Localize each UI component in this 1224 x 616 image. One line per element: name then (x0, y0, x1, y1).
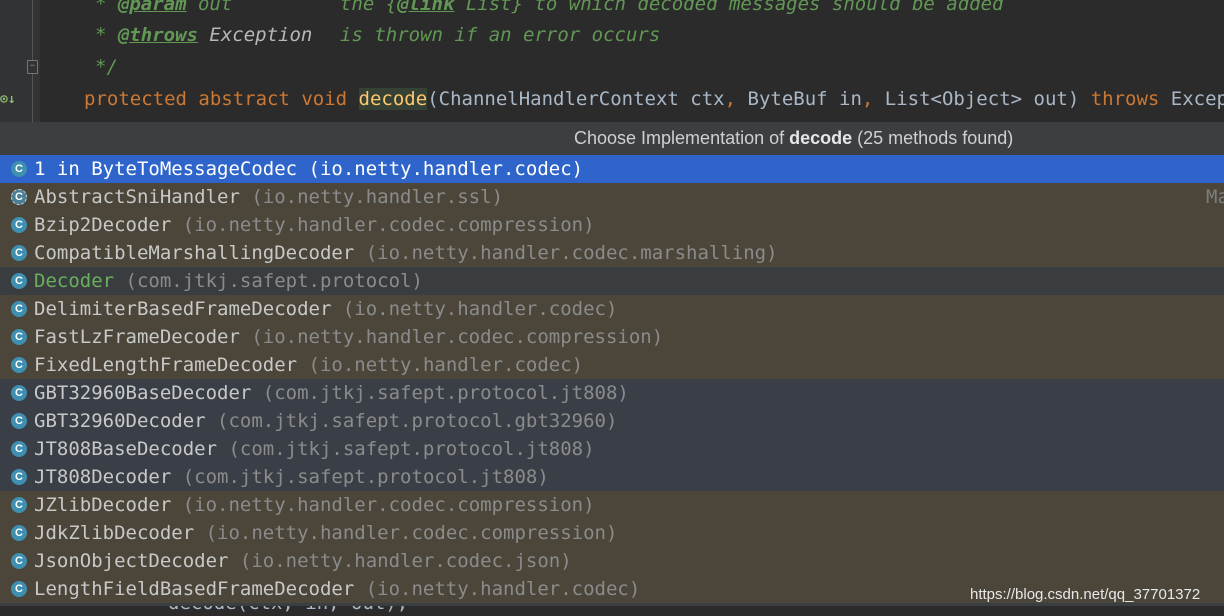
list-item[interactable]: C JZlibDecoder (io.netty.handler.codec.co… (0, 491, 1224, 519)
package-name: (io.netty.handler.codec.json) (228, 550, 572, 572)
method-name-decode: decode (358, 88, 428, 110)
choose-implementation-popup: Choose Implementation of decode (25 meth… (0, 122, 1224, 616)
package-name: (io.netty.handler.codec) (354, 578, 641, 600)
watermark: https://blog.csdn.net/qq_37701372 (970, 586, 1201, 603)
code-line-throws: * @throws Exception is thrown if an error… (95, 24, 661, 46)
param-desc: the {@link List} to which decoded messag… (340, 0, 1004, 15)
module-label: Ma (1206, 186, 1224, 208)
class-icon: C (11, 581, 27, 597)
implementation-list[interactable]: C 1 in ByteToMessageCodec (io.netty.handl… (0, 155, 1224, 603)
package-name: (com.jtkj.safept.protocol.gbt32960) (205, 410, 618, 432)
class-icon: C (11, 497, 27, 513)
list-item[interactable]: C DelimiterBasedFrameDecoder (io.netty.ha… (0, 295, 1224, 323)
list-item-label: AbstractSniHandler (io.netty.handler.ssl… (34, 183, 503, 211)
class-name: JsonObjectDecoder (34, 550, 229, 572)
list-item[interactable]: C AbstractSniHandler (io.netty.handler.ss… (0, 183, 1224, 211)
class-icon: C (11, 329, 27, 345)
class-icon: C (11, 553, 27, 569)
list-item[interactable]: C FastLzFrameDecoder (io.netty.handler.co… (0, 323, 1224, 351)
list-item-label: GBT32960BaseDecoder (com.jtkj.safept.pro… (34, 379, 629, 407)
list-item-label: GBT32960Decoder (com.jtkj.safept.protoco… (34, 407, 617, 435)
code-editor[interactable]: − ⊙↓ * @param out the {@link List} to whi… (0, 0, 1224, 122)
package-name: (io.netty.handler.codec.compression) (171, 214, 595, 236)
package-name: (io.netty.handler.codec.compression) (194, 522, 618, 544)
list-item[interactable]: C GBT32960BaseDecoder (com.jtkj.safept.pr… (0, 379, 1224, 407)
class-name: GBT32960Decoder (34, 410, 206, 432)
package-name: (com.jtkj.safept.protocol.jt808) (217, 438, 595, 460)
list-item-label: Bzip2Decoder (io.netty.handler.codec.com… (34, 211, 595, 239)
class-name: FastLzFrameDecoder (34, 326, 240, 348)
class-name: JT808BaseDecoder (34, 438, 218, 460)
class-name: JdkZlibDecoder (34, 522, 195, 544)
package-name: (com.jtkj.safept.protocol) (114, 270, 423, 292)
class-icon: C (11, 301, 27, 317)
class-icon: C (11, 217, 27, 233)
fold-icon[interactable]: − (27, 60, 38, 74)
class-name: AbstractSniHandler (34, 186, 240, 208)
code-line-param: * @param out the {@link List} to which de… (95, 0, 1003, 20)
code-line-fragment: decode(ctx, in, out); (0, 606, 1224, 616)
list-item[interactable]: C JT808BaseDecoder (com.jtkj.safept.proto… (0, 435, 1224, 463)
code-line-declaration: protected abstract void decode(ChannelHa… (84, 88, 1224, 110)
package-name: (io.netty.handler.codec.marshalling) (354, 242, 778, 264)
list-item-label: FixedLengthFrameDecoder (io.netty.handle… (34, 351, 583, 379)
list-item-label: DelimiterBasedFrameDecoder (io.netty.han… (34, 295, 617, 323)
list-item-label: JT808BaseDecoder (com.jtkj.safept.protoc… (34, 435, 595, 463)
class-name: Bzip2Decoder (34, 214, 172, 236)
list-item[interactable]: C Bzip2Decoder (io.netty.handler.codec.co… (0, 211, 1224, 239)
list-item[interactable]: C FixedLengthFrameDecoder (io.netty.handl… (0, 351, 1224, 379)
class-name: JT808Decoder (34, 466, 172, 488)
class-name: FixedLengthFrameDecoder (34, 354, 298, 376)
package-name: (io.netty.handler.codec) (297, 354, 584, 376)
implemented-method-icon[interactable]: ⊙↓ (0, 92, 16, 107)
class-icon: C (11, 161, 27, 177)
class-icon: C (11, 245, 27, 261)
package-name: (io.netty.handler.codec.compression) (171, 494, 595, 516)
class-icon: C (11, 525, 27, 541)
code-line-comment-end: */ (95, 56, 118, 78)
list-item-label: JT808Decoder (com.jtkj.safept.protocol.j… (34, 463, 549, 491)
class-name: Decoder (34, 270, 115, 292)
list-item[interactable]: C JdkZlibDecoder (io.netty.handler.codec.… (0, 519, 1224, 547)
ide-window: − ⊙↓ * @param out the {@link List} to whi… (0, 0, 1224, 616)
class-name: CompatibleMarshallingDecoder (34, 242, 355, 264)
class-name: 1 in ByteToMessageCodec (io.netty.handle… (34, 158, 584, 180)
popup-title: Choose Implementation of decode (25 meth… (0, 122, 1224, 154)
class-name: JZlibDecoder (34, 494, 172, 516)
list-item[interactable]: C CompatibleMarshallingDecoder (io.netty.… (0, 239, 1224, 267)
list-item[interactable]: C JsonObjectDecoder (io.netty.handler.cod… (0, 547, 1224, 575)
class-name: LengthFieldBasedFrameDecoder (34, 578, 355, 600)
list-item-label: LengthFieldBasedFrameDecoder (io.netty.h… (34, 575, 640, 603)
list-item-label: JZlibDecoder (io.netty.handler.codec.com… (34, 491, 595, 519)
package-name: (io.netty.handler.codec) (331, 298, 618, 320)
list-item-label: CompatibleMarshallingDecoder (io.netty.h… (34, 239, 778, 267)
class-icon: C (11, 189, 27, 205)
class-icon: C (11, 441, 27, 457)
list-item[interactable]: C GBT32960Decoder (com.jtkj.safept.protoc… (0, 407, 1224, 435)
class-icon: C (11, 469, 27, 485)
list-item-selected[interactable]: C 1 in ByteToMessageCodec (io.netty.handl… (0, 155, 1224, 183)
list-item-label: JsonObjectDecoder (io.netty.handler.code… (34, 547, 572, 575)
class-name: DelimiterBasedFrameDecoder (34, 298, 332, 320)
class-icon: C (11, 385, 27, 401)
list-item[interactable]: C JT808Decoder (com.jtkj.safept.protocol.… (0, 463, 1224, 491)
list-item-label: 1 in ByteToMessageCodec (io.netty.handle… (34, 155, 583, 183)
list-item-label: FastLzFrameDecoder (io.netty.handler.cod… (34, 323, 663, 351)
package-name: (io.netty.handler.ssl) (239, 186, 504, 208)
class-icon: C (11, 273, 27, 289)
list-item-label: JdkZlibDecoder (io.netty.handler.codec.c… (34, 519, 617, 547)
package-name: (io.netty.handler.codec.compression) (239, 326, 664, 348)
list-item-label: Decoder (com.jtkj.safept.protocol) (34, 267, 423, 295)
class-icon: C (11, 357, 27, 373)
list-item[interactable]: C Decoder (com.jtkj.safept.protocol) (0, 267, 1224, 295)
package-name: (com.jtkj.safept.protocol.jt808) (171, 466, 549, 488)
class-name: GBT32960BaseDecoder (34, 382, 252, 404)
class-icon: C (11, 413, 27, 429)
package-name: (com.jtkj.safept.protocol.jt808) (251, 382, 629, 404)
